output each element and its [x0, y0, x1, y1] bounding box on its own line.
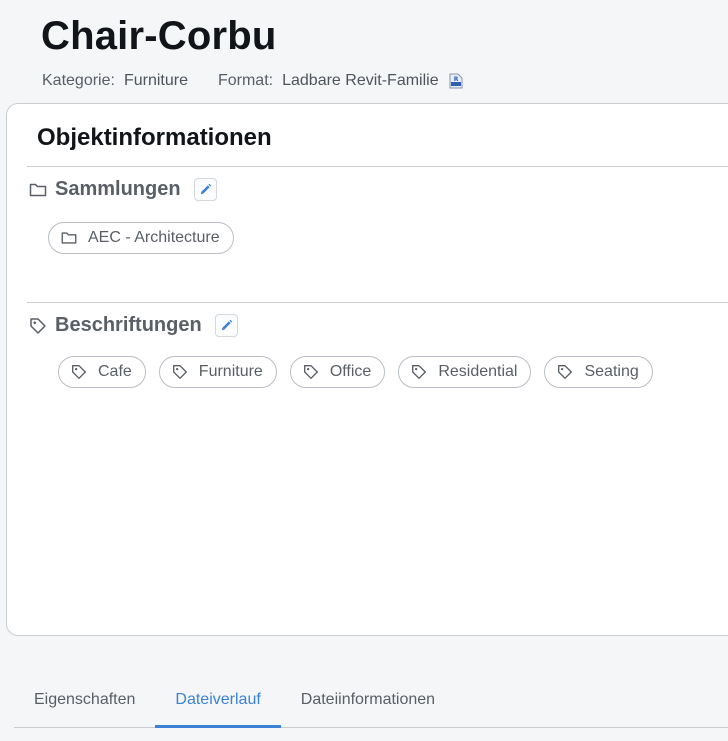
pencil-icon [200, 183, 211, 195]
tag-chip-label: Cafe [98, 363, 132, 380]
format-value: Ladbare Revit-Familie [282, 72, 439, 89]
tag-chip-furniture[interactable]: Furniture [158, 356, 277, 388]
tag-icon [303, 365, 318, 379]
tag-chip-seating[interactable]: Seating [544, 356, 653, 388]
collection-chip-label: AEC - Architecture [88, 229, 220, 246]
tags-list: Cafe Furniture Office Residential Seatin… [58, 356, 666, 388]
tag-chip-label: Residential [438, 363, 518, 380]
tag-chip-label: Office [329, 363, 372, 380]
asset-detail-page: Chair-Corbu Kategorie: Furniture Format:… [0, 0, 728, 741]
tab-eigenschaften[interactable]: Eigenschaften [14, 672, 155, 727]
folder-icon [28, 180, 48, 200]
collection-chip[interactable]: AEC - Architecture [48, 222, 234, 254]
tag-chip-residential[interactable]: Residential [398, 356, 532, 388]
tags-label: Beschriftungen [55, 314, 202, 336]
revit-file-icon: R [449, 73, 463, 89]
tag-chip-label: Seating [584, 363, 639, 380]
tab-dateiverlauf[interactable]: Dateiverlauf [155, 672, 282, 728]
tag-icon [172, 365, 187, 379]
category-label: Kategorie: [42, 72, 115, 89]
tag-icon [558, 365, 573, 379]
svg-text:R: R [453, 76, 458, 83]
edit-collections-button[interactable] [193, 178, 217, 201]
object-info-card: Objektinformationen Sammlungen AEC - Arc… [6, 103, 728, 636]
divider [27, 302, 728, 303]
edit-tags-button[interactable] [214, 314, 238, 337]
page-title: Chair-Corbu [41, 14, 277, 58]
format-label: Format: [217, 72, 274, 89]
card-title: Objektinformationen [37, 124, 272, 151]
tag-chip-label: Furniture [198, 363, 263, 380]
tab-dateiinformationen[interactable]: Dateiinformationen [281, 672, 455, 727]
pencil-icon [221, 319, 232, 331]
asset-meta: Kategorie: Furniture Format: Ladbare Rev… [42, 72, 463, 90]
collections-list: AEC - Architecture [48, 222, 247, 254]
collections-label: Sammlungen [55, 178, 181, 200]
tag-icon [28, 316, 48, 336]
tags-header: Beschriftungen [28, 314, 238, 337]
tag-icon [72, 365, 86, 379]
folder-icon [61, 232, 77, 244]
category-value: Furniture [123, 72, 188, 89]
tag-chip-office[interactable]: Office [289, 356, 386, 388]
collections-header: Sammlungen [28, 178, 217, 201]
tag-icon [412, 365, 427, 379]
tag-chip-cafe[interactable]: Cafe [58, 356, 146, 388]
detail-tabs: Eigenschaften Dateiverlauf Dateiinformat… [14, 672, 728, 728]
divider [27, 166, 728, 167]
